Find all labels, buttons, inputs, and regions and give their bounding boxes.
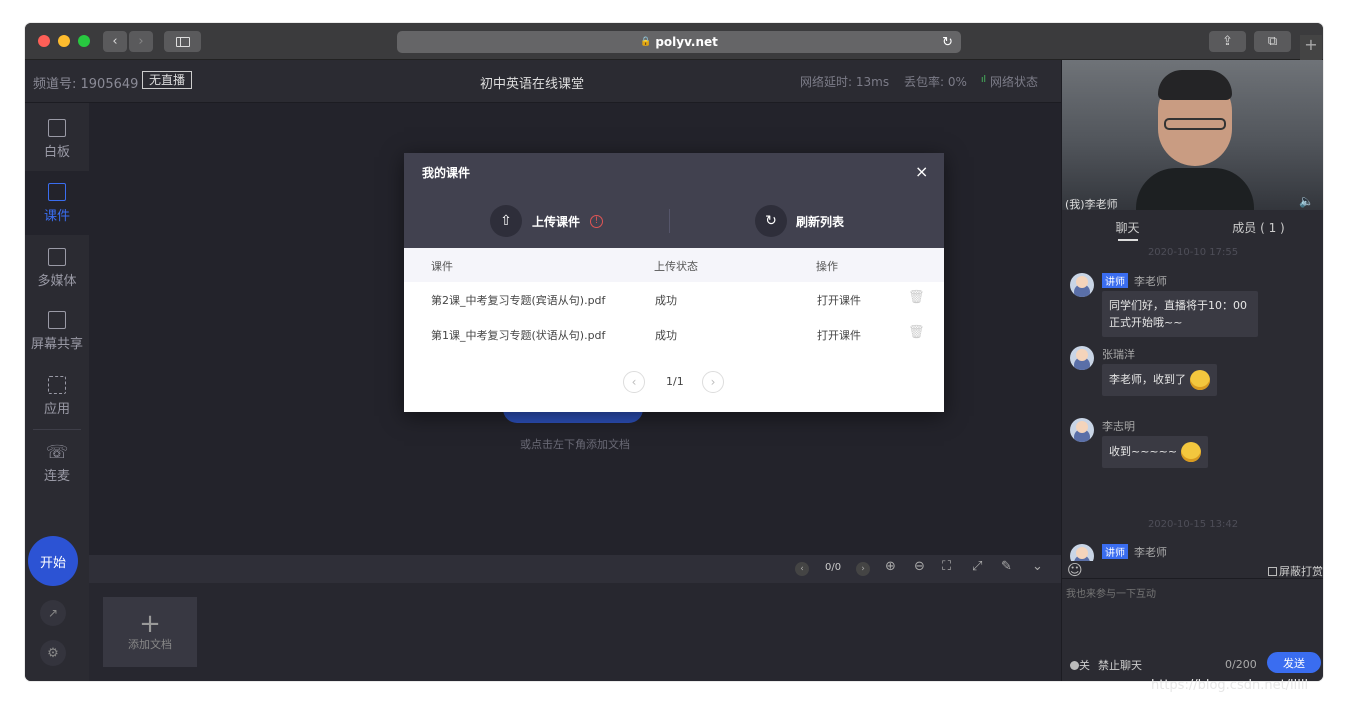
modal-overlay: 我的课件 × ⇧ 上传课件 ! ↻ 刷新列表 课件 上传状态 操作 第2课_中考… bbox=[25, 23, 1323, 681]
dialog-header: 我的课件 × ⇧ 上传课件 ! ↻ 刷新列表 bbox=[404, 153, 944, 248]
next-page-button[interactable]: › bbox=[702, 371, 724, 393]
open-courseware-link[interactable]: 打开课件 bbox=[817, 327, 861, 343]
prev-page-button[interactable]: ‹ bbox=[623, 371, 645, 393]
refresh-icon: ↻ bbox=[755, 205, 787, 237]
table-row: 第1课_中考复习专题(状语从句).pdf 成功 打开课件 🗑 bbox=[404, 317, 944, 351]
pagination-text: 1/1 bbox=[666, 375, 684, 388]
chevron-right-icon: › bbox=[710, 375, 716, 389]
column-header: 课件 bbox=[431, 260, 453, 273]
upload-status: 成功 bbox=[655, 294, 677, 307]
open-courseware-link[interactable]: 打开课件 bbox=[817, 292, 861, 308]
close-icon[interactable]: × bbox=[915, 162, 928, 181]
upload-status: 成功 bbox=[655, 329, 677, 342]
table-row: 第2课_中考复习专题(宾语从句).pdf 成功 打开课件 🗑 bbox=[404, 282, 944, 316]
upload-courseware-button[interactable]: ⇧ 上传课件 ! bbox=[490, 205, 604, 237]
column-header: 操作 bbox=[816, 260, 838, 273]
table-header: 课件 上传状态 操作 bbox=[404, 248, 944, 282]
column-header: 上传状态 bbox=[654, 260, 698, 273]
refresh-label: 刷新列表 bbox=[796, 214, 845, 229]
refresh-list-button[interactable]: ↻ 刷新列表 bbox=[755, 205, 844, 237]
upload-label: 上传课件 bbox=[532, 214, 581, 229]
watermark: https://blog.csdn.net/lllll bbox=[1151, 678, 1309, 693]
courseware-name: 第1课_中考复习专题(状语从句).pdf bbox=[431, 329, 606, 342]
upload-icon: ⇧ bbox=[490, 205, 522, 237]
courseware-dialog: 我的课件 × ⇧ 上传课件 ! ↻ 刷新列表 课件 上传状态 操作 第2课_中考… bbox=[404, 153, 944, 412]
dialog-title: 我的课件 bbox=[422, 166, 471, 180]
header-divider bbox=[669, 209, 670, 233]
trash-icon[interactable]: 🗑 bbox=[908, 290, 925, 305]
warning-icon[interactable]: ! bbox=[590, 214, 604, 228]
courseware-name: 第2课_中考复习专题(宾语从句).pdf bbox=[431, 294, 606, 307]
browser-window: ‹ › 🔒 polyv.net ↻ ⇪ ⧉ + 频道号: 1905649 无直播… bbox=[25, 23, 1323, 681]
trash-icon[interactable]: 🗑 bbox=[908, 325, 925, 340]
chevron-left-icon: ‹ bbox=[631, 375, 637, 389]
